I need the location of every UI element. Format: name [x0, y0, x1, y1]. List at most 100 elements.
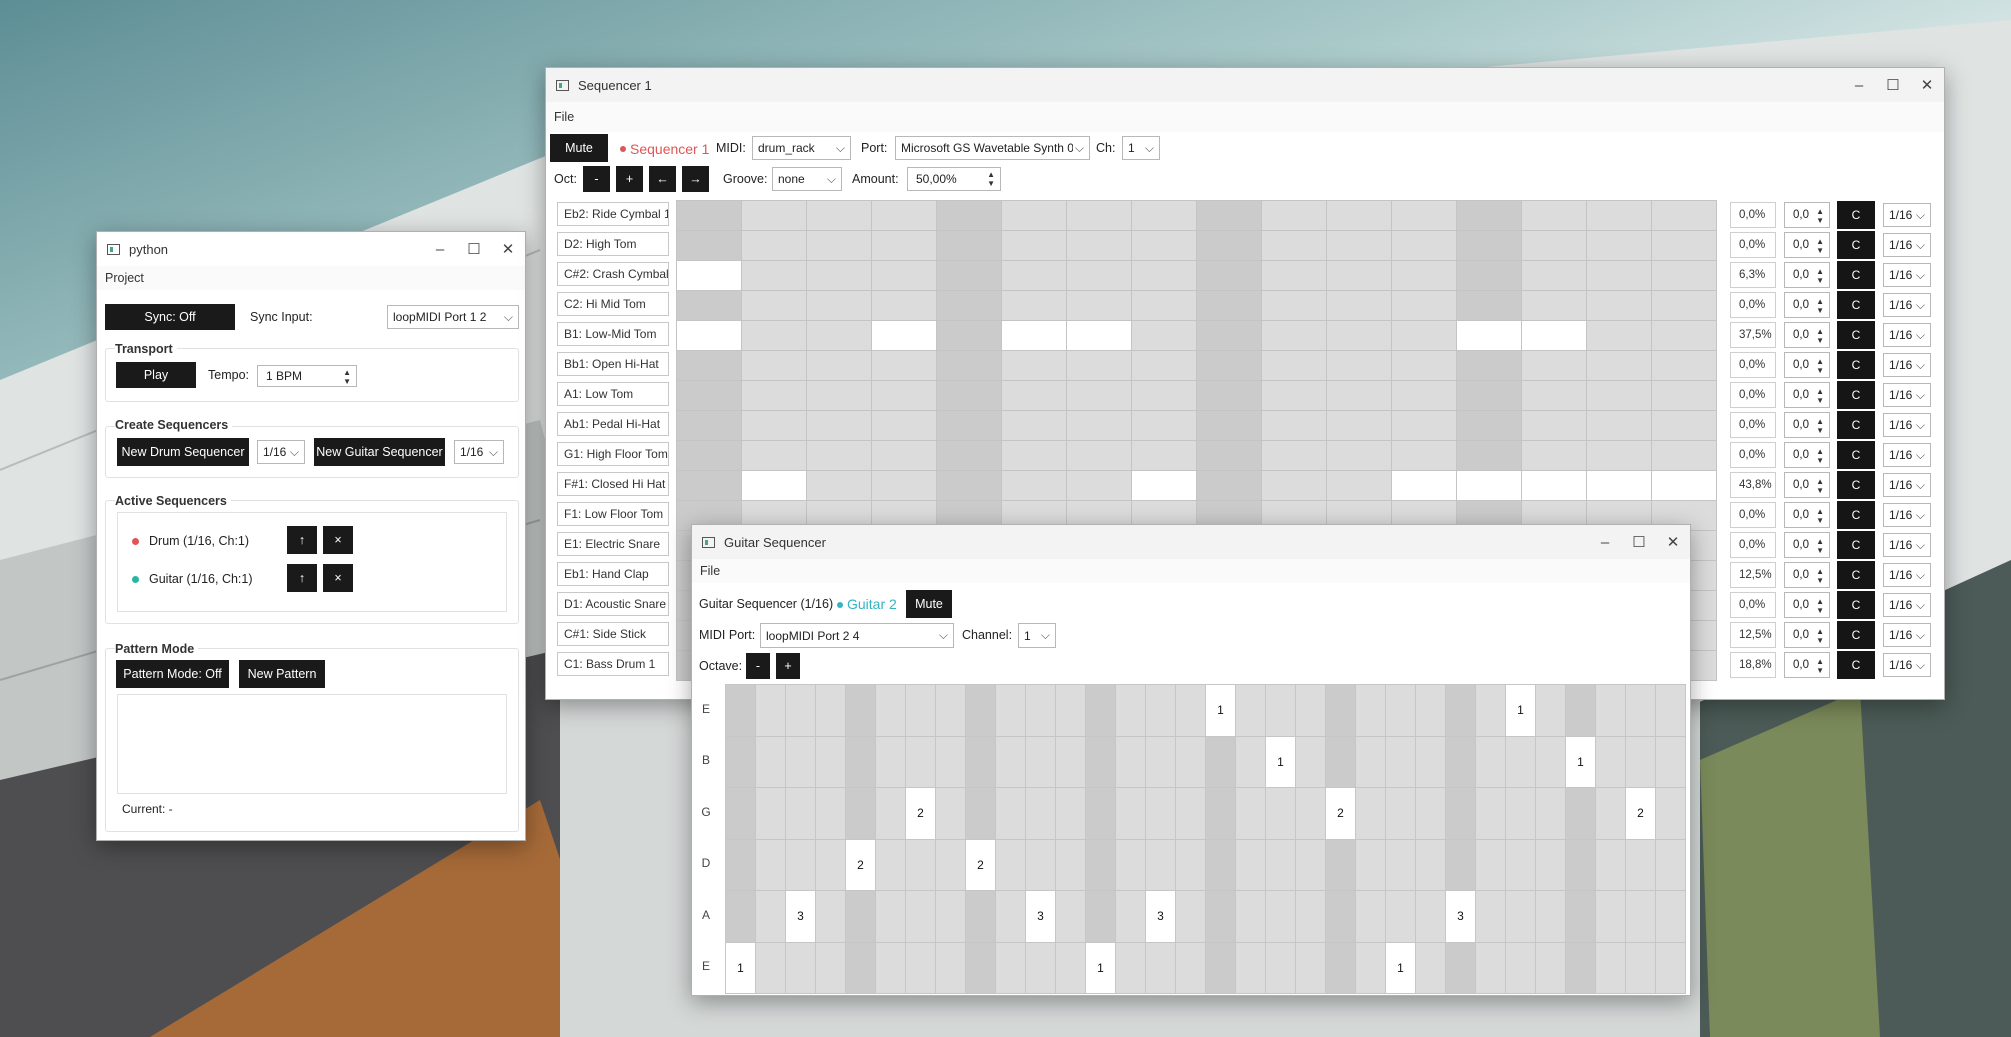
fret-cell[interactable]: [935, 941, 966, 994]
fret-cell[interactable]: [785, 787, 816, 840]
sync-port-select[interactable]: loopMIDI Port 1 2 ⌵: [387, 305, 519, 329]
velocity-spinbox[interactable]: 0,0 ▲ ▼: [1784, 502, 1830, 528]
mute-button[interactable]: Mute: [906, 590, 952, 618]
probability-field[interactable]: 12,5%: [1730, 622, 1776, 648]
fret-cell[interactable]: [1295, 787, 1326, 840]
fret-cell[interactable]: [1445, 787, 1476, 840]
sequencer-titlebar[interactable]: Sequencer 1 – ☐ ✕: [546, 68, 1944, 102]
step-cell[interactable]: [1066, 230, 1132, 261]
fret-cell[interactable]: [1115, 684, 1146, 737]
fret-cell[interactable]: [1175, 735, 1206, 788]
step-cell[interactable]: [1391, 350, 1457, 381]
step-cell[interactable]: [1261, 290, 1327, 321]
step-cell[interactable]: [936, 200, 1002, 231]
fret-cell[interactable]: [995, 787, 1026, 840]
fret-cell[interactable]: [1475, 684, 1506, 737]
step-cell[interactable]: [676, 260, 742, 291]
fret-cell[interactable]: [905, 941, 936, 994]
step-cell[interactable]: [1001, 200, 1067, 231]
step-cell[interactable]: [1066, 470, 1132, 501]
probability-field[interactable]: 37,5%: [1730, 322, 1776, 348]
fret-cell[interactable]: [815, 735, 846, 788]
spin-arrows-icon[interactable]: ▲ ▼: [1816, 387, 1824, 405]
track-label[interactable]: F#1: Closed Hi Hat: [557, 472, 669, 496]
step-cell[interactable]: [1326, 320, 1392, 351]
step-cell[interactable]: [676, 380, 742, 411]
key-button[interactable]: C: [1837, 411, 1875, 439]
fret-cell[interactable]: [845, 787, 876, 840]
fret-cell[interactable]: 2: [965, 838, 996, 891]
step-cell[interactable]: [1131, 470, 1197, 501]
step-cell[interactable]: [1651, 290, 1717, 321]
fret-cell[interactable]: [995, 890, 1026, 943]
fret-cell[interactable]: [1445, 684, 1476, 737]
fret-cell[interactable]: [1415, 684, 1446, 737]
fret-cell[interactable]: [1385, 787, 1416, 840]
fret-cell[interactable]: [785, 684, 816, 737]
fret-cell[interactable]: [1355, 890, 1386, 943]
active-item-drum[interactable]: Drum (1/16, Ch:1) ↑ ×: [125, 526, 495, 556]
fret-cell[interactable]: [1175, 838, 1206, 891]
step-cell[interactable]: [936, 290, 1002, 321]
probability-field[interactable]: 0,0%: [1730, 352, 1776, 378]
fret-cell[interactable]: [1025, 684, 1056, 737]
close-icon[interactable]: ✕: [1656, 525, 1690, 559]
port-select[interactable]: Microsoft GS Wavetable Synth 0 ⌵: [895, 136, 1090, 160]
fret-cell[interactable]: [935, 735, 966, 788]
step-cell[interactable]: [1521, 230, 1587, 261]
fret-cell[interactable]: [1565, 890, 1596, 943]
fret-cell[interactable]: [1145, 735, 1176, 788]
step-cell[interactable]: [1131, 260, 1197, 291]
step-cell[interactable]: [741, 410, 807, 441]
fret-cell[interactable]: [1415, 735, 1446, 788]
step-cell[interactable]: [741, 200, 807, 231]
step-cell[interactable]: [1131, 230, 1197, 261]
midi-select[interactable]: drum_rack ⌵: [752, 136, 851, 160]
fret-cell[interactable]: [1175, 787, 1206, 840]
step-cell[interactable]: [1391, 200, 1457, 231]
key-button[interactable]: C: [1837, 321, 1875, 349]
track-label[interactable]: B1: Low-Mid Tom: [557, 322, 669, 346]
key-button[interactable]: C: [1837, 201, 1875, 229]
fret-cell[interactable]: [1445, 838, 1476, 891]
step-cell[interactable]: [1521, 380, 1587, 411]
step-cell[interactable]: [1131, 200, 1197, 231]
octave-up-button[interactable]: +: [776, 653, 800, 679]
step-cell[interactable]: [676, 230, 742, 261]
fret-cell[interactable]: [1625, 941, 1656, 994]
fret-cell[interactable]: [905, 684, 936, 737]
step-cell[interactable]: [1651, 260, 1717, 291]
probability-field[interactable]: 6,3%: [1730, 262, 1776, 288]
pattern-mode-button[interactable]: Pattern Mode: Off: [116, 660, 229, 688]
step-cell[interactable]: [1261, 320, 1327, 351]
fret-cell[interactable]: 3: [1445, 890, 1476, 943]
probability-field[interactable]: 0,0%: [1730, 442, 1776, 468]
fret-cell[interactable]: [1055, 787, 1086, 840]
step-cell[interactable]: [871, 350, 937, 381]
velocity-spinbox[interactable]: 0,0 ▲ ▼: [1784, 292, 1830, 318]
track-label[interactable]: C#1: Side Stick: [557, 622, 669, 646]
velocity-spinbox[interactable]: 0,0 ▲ ▼: [1784, 442, 1830, 468]
step-cell[interactable]: [1586, 410, 1652, 441]
fret-cell[interactable]: [1025, 838, 1056, 891]
step-cell[interactable]: [1001, 410, 1067, 441]
fret-cell[interactable]: [1205, 787, 1236, 840]
step-cell[interactable]: [1521, 200, 1587, 231]
octave-down-button[interactable]: -: [583, 166, 610, 192]
key-button[interactable]: C: [1837, 651, 1875, 679]
step-cell[interactable]: [871, 320, 937, 351]
fret-cell[interactable]: [845, 735, 876, 788]
resolution-select[interactable]: 1/16 ⌵: [1883, 263, 1931, 287]
fret-cell[interactable]: [1025, 941, 1056, 994]
fret-cell[interactable]: [1115, 787, 1146, 840]
key-button[interactable]: C: [1837, 531, 1875, 559]
step-cell[interactable]: [871, 200, 937, 231]
fret-cell[interactable]: [1355, 684, 1386, 737]
spin-arrows-icon[interactable]: ▲ ▼: [1816, 597, 1824, 615]
probability-field[interactable]: 18,8%: [1730, 652, 1776, 678]
step-cell[interactable]: [741, 350, 807, 381]
step-cell[interactable]: [806, 470, 872, 501]
resolution-select[interactable]: 1/16 ⌵: [1883, 203, 1931, 227]
track-label[interactable]: D2: High Tom: [557, 232, 669, 256]
active-item-guitar[interactable]: Guitar (1/16, Ch:1) ↑ ×: [125, 564, 495, 594]
